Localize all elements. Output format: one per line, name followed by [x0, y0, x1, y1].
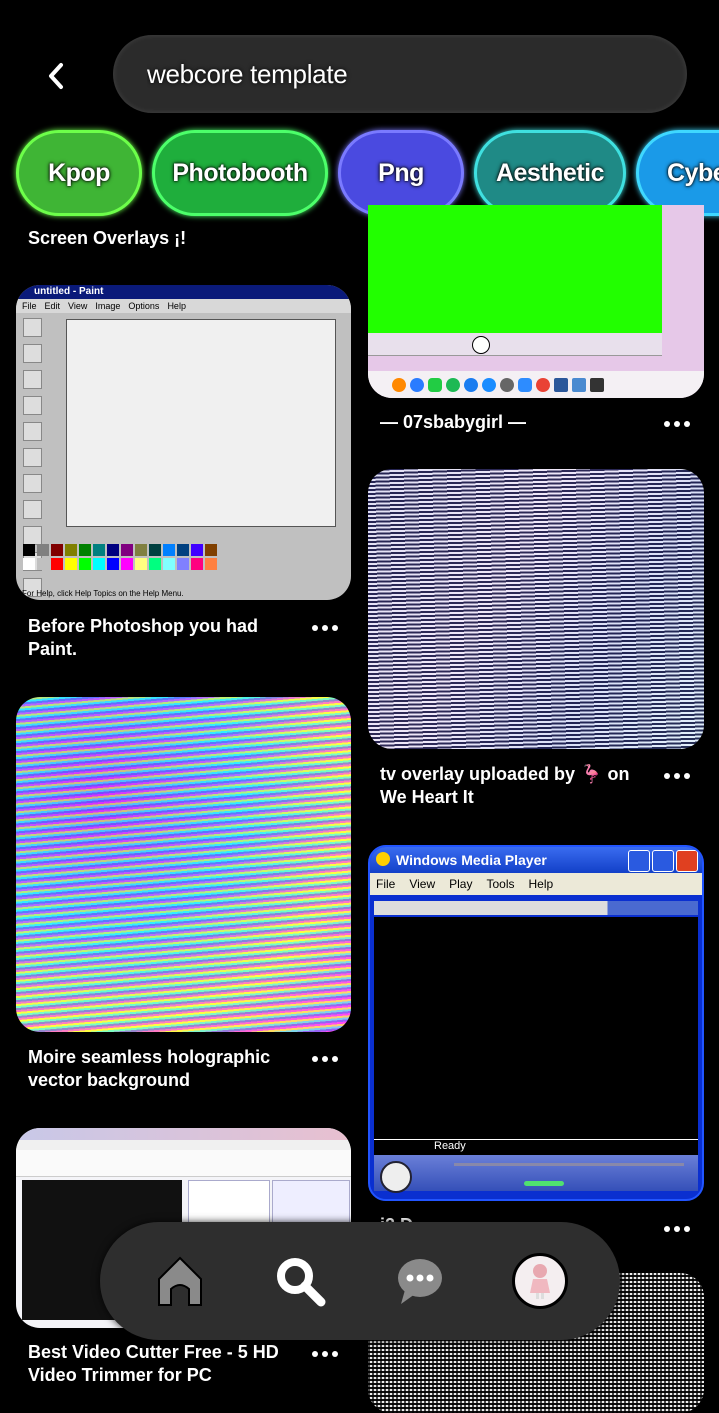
camera-icon [472, 336, 490, 354]
paint-menu-edit: Edit [44, 301, 61, 311]
wmp-video-area [374, 917, 698, 1139]
paint-menu-options: Options [128, 301, 160, 311]
chip-aesthetic[interactable]: Aesthetic [474, 130, 626, 216]
more-options-button[interactable] [308, 621, 342, 635]
suggestion-chips: Kpop Photobooth Png Aesthetic Cyber [16, 130, 719, 216]
chip-photobooth[interactable]: Photobooth [152, 130, 328, 216]
wmp-window-title: Windows Media Player [396, 852, 547, 868]
more-options-button[interactable] [660, 417, 694, 431]
pin-image-wmp[interactable]: Windows Media Player File View Play Tools He… [368, 845, 704, 1201]
minimize-icon [628, 850, 650, 872]
paint-menu-file: File [22, 301, 37, 311]
pin-image-moire[interactable] [16, 697, 351, 1032]
paint-window-title: untitled - Paint [16, 285, 351, 299]
pin-title-paint[interactable]: Before Photoshop you had Paint. [28, 615, 278, 661]
paint-menu-view: View [68, 301, 88, 311]
paint-status-bar: For Help, click Help Topics on the Help … [22, 589, 184, 598]
wmp-controls [374, 1155, 698, 1193]
back-button[interactable] [36, 56, 76, 96]
pin-title-moire[interactable]: Moire seamless holographic vector backgr… [28, 1046, 288, 1092]
dock [368, 371, 704, 398]
chip-png[interactable]: Png [338, 130, 464, 216]
bottom-nav [100, 1222, 620, 1340]
nav-messages[interactable] [388, 1249, 452, 1313]
paint-menu-help: Help [167, 301, 186, 311]
wmp-menu-file: File [376, 877, 396, 891]
paint-canvas [66, 319, 336, 527]
avatar-character-icon [530, 1264, 550, 1299]
chip-cyber[interactable]: Cyber [636, 130, 719, 216]
wmp-menu-play: Play [449, 877, 473, 891]
avatar [512, 1253, 568, 1309]
wmp-menu-bar: File View Play Tools Help [370, 873, 702, 895]
wmp-menu-help: Help [528, 877, 554, 891]
nav-profile[interactable] [508, 1249, 572, 1313]
more-options-button[interactable] [660, 769, 694, 783]
more-options-button[interactable] [308, 1052, 342, 1066]
pin-title-greenscreen[interactable]: — 07sbabygirl — [380, 411, 526, 434]
pin-title-wmp[interactable]: i2 D... [380, 1214, 428, 1222]
search-bar[interactable] [113, 35, 687, 113]
maximize-icon [652, 850, 674, 872]
chevron-left-icon [49, 63, 63, 89]
pin-image-tv-overlay[interactable] [368, 469, 704, 749]
chip-kpop[interactable]: Kpop [16, 130, 142, 216]
pin-title-video-cutter[interactable]: Best Video Cutter Free - 5 HD Video Trim… [28, 1341, 298, 1387]
wmp-menu-view: View [409, 877, 436, 891]
play-icon [380, 1161, 412, 1193]
wmp-title-bar: Windows Media Player [370, 847, 702, 873]
volume-slider [524, 1181, 564, 1186]
more-options-button[interactable] [660, 1222, 694, 1236]
chat-bubble-icon [398, 1259, 442, 1304]
pin-title-partial[interactable]: Screen Overlays ¡! [28, 228, 186, 248]
more-options-button[interactable] [308, 1347, 342, 1361]
wmp-logo-icon [376, 852, 390, 866]
close-icon [676, 850, 698, 872]
home-icon [158, 1256, 202, 1306]
nav-home[interactable] [148, 1249, 212, 1313]
pin-title-tv-overlay[interactable]: tv overlay uploaded by 🦩 on We Heart It [380, 763, 640, 809]
pin-image-greenscreen[interactable] [368, 205, 704, 398]
paint-palette [22, 543, 222, 571]
wmp-menu-tools: Tools [486, 877, 515, 891]
wmp-status: Ready [374, 1139, 698, 1156]
paint-menu-image: Image [95, 301, 121, 311]
nav-search[interactable] [268, 1249, 332, 1313]
paint-menu-bar: File Edit View Image Options Help [16, 299, 351, 313]
search-icon [277, 1258, 326, 1307]
pin-image-paint[interactable]: untitled - Paint File Edit View Image Option… [16, 285, 351, 600]
search-input[interactable] [145, 57, 649, 91]
